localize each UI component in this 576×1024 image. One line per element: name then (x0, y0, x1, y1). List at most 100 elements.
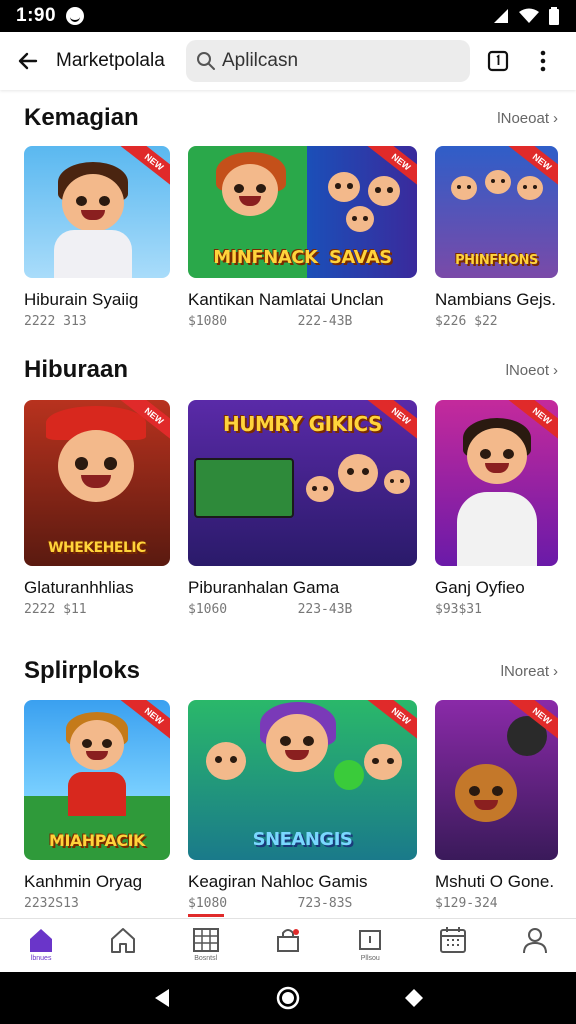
see-more-link[interactable]: lNoeoat › (497, 110, 558, 127)
calendar-mini-icon (359, 930, 382, 950)
chevron-right-icon: › (553, 662, 558, 680)
app-name: Mshuti O Gone. (435, 872, 555, 891)
app-card[interactable]: MIAHPACIK NEW Kanhmin Oryag 2232S13 (24, 700, 170, 911)
app-card[interactable]: SNEANGIS NEW Keagiran Nahloc Gamis $1080… (188, 700, 417, 911)
notification-icon (66, 7, 85, 25)
app-thumbnail: SNEANGIS NEW (188, 700, 417, 860)
section-title: Hiburaan (24, 356, 129, 383)
tabs-button[interactable] (470, 32, 526, 90)
section-header: Hiburaan lNoeot › (24, 352, 558, 388)
system-recents-icon[interactable] (403, 987, 425, 1009)
app-price: $1080 222-43B (188, 314, 353, 329)
app-price: 2222 313 (24, 314, 87, 329)
app-name: Piburanhalan Gama (188, 578, 340, 597)
system-navigation-bar (0, 972, 576, 1024)
app-row: NEW Hiburain Syaiig 2222 313 MINFNACK SA… (24, 146, 576, 336)
app-price: $129-324 (435, 896, 498, 911)
app-card[interactable]: NEW Hiburain Syaiig 2222 313 (24, 146, 170, 329)
app-thumbnail: MIAHPACIK NEW (24, 700, 170, 860)
app-name: Kantikan Namlatai Unclan (188, 290, 384, 309)
app-artwork-text: WHEKEHELIC (48, 540, 146, 556)
price-underline (188, 914, 224, 917)
status-icons (492, 7, 560, 25)
app-thumbnail: WHEKEHELIC NEW (24, 400, 170, 566)
wifi-icon (519, 8, 539, 23)
app-artwork-text: HUMRY GIKICS (223, 412, 382, 436)
search-query: Aplilcasn (222, 50, 299, 71)
app-thumbnail: NEW (435, 700, 558, 860)
signal-icon (494, 9, 508, 23)
section-header: Kemagian lNoeoat › (24, 100, 558, 136)
system-home-icon[interactable] (275, 985, 301, 1011)
see-more-label: lNoreat (500, 662, 549, 680)
app-price: 2232S13 (24, 896, 79, 911)
nav-item-grid[interactable]: Bosntsl (165, 919, 247, 972)
search-field[interactable]: Aplilcasn (186, 40, 470, 82)
see-more-link[interactable]: lNoeot › (506, 362, 558, 379)
app-price: $93$31 (435, 602, 482, 617)
see-more-link[interactable]: lNoreat › (501, 663, 558, 680)
app-row: MIAHPACIK NEW Kanhmin Oryag 2232S13 SNEA… (24, 700, 576, 917)
status-time: 1:90 (16, 5, 57, 26)
app-artwork-text: MIAHPACIK (49, 831, 145, 850)
see-more-label: lNoeoat (497, 109, 549, 127)
app-card[interactable]: PHINFHONS NEW Nambians Gejs. $226 $22 (435, 146, 558, 329)
nav-label: Pllsou (360, 955, 380, 962)
app-price: $1060 223-43B (188, 602, 353, 617)
battery-icon (549, 7, 559, 25)
home-outline-icon (111, 928, 136, 953)
overflow-menu-button[interactable] (526, 32, 560, 90)
system-back-icon[interactable] (151, 987, 173, 1009)
grid-icon (192, 928, 219, 952)
bag-icon (276, 929, 299, 952)
section-header: Splirploks lNoreat › (24, 653, 558, 689)
app-card[interactable]: NEW Mshuti O Gone. $129-324 (435, 700, 558, 911)
app-card[interactable]: HUMRY GIKICS NEW Piburanhalan Gama $1060… (188, 400, 417, 617)
app-price: 2222 $11 (24, 602, 87, 617)
tabs-icon (487, 50, 509, 72)
search-icon (197, 52, 215, 70)
person-icon (522, 928, 547, 954)
app-thumbnail: NEW (24, 146, 170, 278)
nav-label: Bosntsl (194, 955, 218, 962)
app-thumbnail: MINFNACK SAVAS NEW (188, 146, 417, 278)
section-title: Splirploks (24, 657, 141, 684)
app-artwork-text: SNEANGIS (252, 829, 353, 850)
app-card[interactable]: MINFNACK SAVAS NEW Kantikan Namlatai Unc… (188, 146, 417, 329)
nav-item-calendar[interactable] (411, 919, 493, 972)
app-bar: Marketpolala Aplilcasn (0, 32, 576, 90)
app-name: Hiburain Syaiig (24, 290, 139, 309)
app-thumbnail: NEW (435, 400, 558, 566)
app-name: Keagiran Nahloc Gamis (188, 872, 368, 891)
nav-item-library[interactable]: Pllsou (329, 919, 411, 972)
nav-item-store[interactable] (247, 919, 329, 972)
calendar-icon (439, 927, 466, 953)
app-price: $1080 723-83S (188, 896, 353, 911)
app-name: Ganj Oyfieo (435, 578, 525, 597)
back-button[interactable] (0, 32, 56, 90)
nav-item-home-outline[interactable] (82, 919, 164, 972)
status-bar: 1:90 (0, 0, 576, 32)
app-card[interactable]: WHEKEHELIC NEW Glaturanhhlias 2222 $11 (24, 400, 170, 617)
app-name: Glaturanhhlias (24, 578, 134, 597)
app-artwork-text: MINFNACK SAVAS (213, 247, 392, 268)
app-card[interactable]: NEW Ganj Oyfieo $93$31 (435, 400, 558, 617)
chevron-right-icon: › (553, 109, 558, 127)
arrow-left-icon (18, 52, 38, 70)
app-artwork-text: PHINFHONS (455, 253, 538, 268)
bottom-navigation: lbnues Bosntsl Pllsou (0, 918, 576, 972)
app-price: $226 $22 (435, 314, 498, 329)
nav-label: lbnues (30, 955, 52, 962)
chevron-right-icon: › (553, 361, 558, 379)
nav-item-profile[interactable] (494, 919, 576, 972)
nav-item-home[interactable]: lbnues (0, 919, 82, 972)
see-more-label: lNoeot (505, 361, 549, 379)
more-vertical-icon (540, 50, 546, 72)
app-name: Nambians Gejs. (435, 290, 556, 309)
section-title: Kemagian (24, 104, 139, 131)
app-thumbnail: HUMRY GIKICS NEW (188, 400, 417, 566)
home-filled-icon (30, 929, 53, 952)
app-row: WHEKEHELIC NEW Glaturanhhlias 2222 $11 H… (24, 400, 576, 617)
app-thumbnail: PHINFHONS NEW (435, 146, 558, 278)
app-name: Kanhmin Oryag (24, 872, 143, 891)
